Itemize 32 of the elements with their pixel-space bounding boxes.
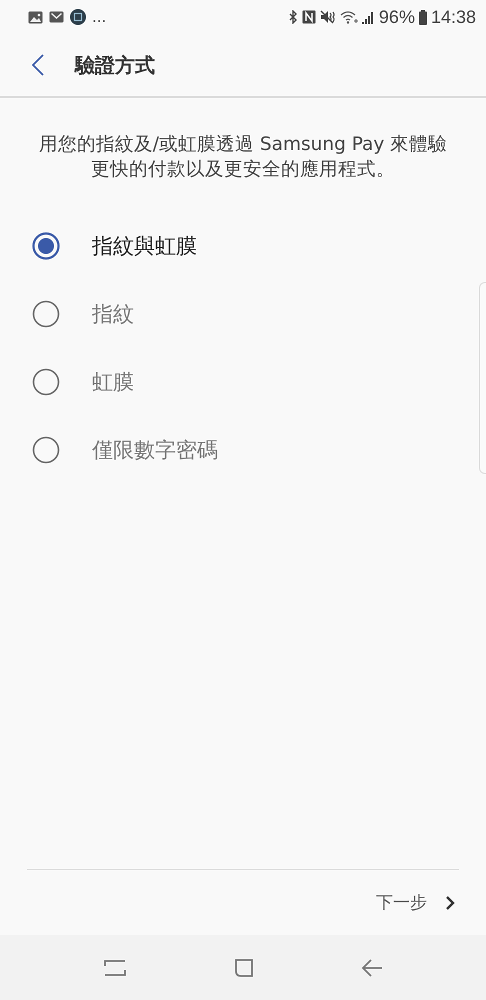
signal-icon (362, 10, 375, 24)
radio-option[interactable]: 虹膜 (0, 348, 456, 416)
home-icon[interactable] (233, 956, 255, 978)
mail-icon (49, 11, 64, 23)
notification-overflow: ... (92, 8, 106, 26)
mute-icon (320, 10, 336, 24)
next-button[interactable]: 下一步 (372, 887, 459, 918)
option-label: 指紋 (92, 301, 134, 328)
option-label: 指紋與虹膜 (92, 233, 197, 260)
radio-button[interactable] (32, 300, 60, 328)
back-nav-icon[interactable] (361, 958, 383, 978)
battery-icon (418, 10, 427, 24)
radio-button[interactable] (32, 368, 60, 396)
radio-button[interactable] (32, 436, 60, 464)
radio-option[interactable]: 指紋與虹膜 (0, 212, 456, 280)
screen-title: 驗證方式 (75, 52, 155, 78)
bluetooth-icon (288, 10, 298, 24)
gallery-icon (28, 10, 43, 24)
clock: 14:38 (430, 6, 476, 28)
chevron-right-icon (445, 894, 455, 910)
radio-option[interactable]: 指紋 (0, 280, 456, 348)
back-icon (32, 54, 44, 76)
radio-button[interactable] (32, 232, 60, 260)
app-icon (70, 9, 86, 25)
description: 用您的指紋及/或虹膜透過 Samsung Pay 來體驗更快的付款以及更安全的應用程式。 (38, 133, 448, 182)
nfc-icon (302, 10, 316, 24)
wifi-icon (340, 10, 358, 24)
option-label: 僅限數字密碼 (92, 437, 218, 464)
radio-option[interactable]: 僅限數字密碼 (0, 416, 456, 484)
option-label: 虹膜 (92, 369, 134, 396)
edge-panel-handle[interactable] (479, 282, 486, 474)
battery-percent: 96% (378, 6, 415, 28)
